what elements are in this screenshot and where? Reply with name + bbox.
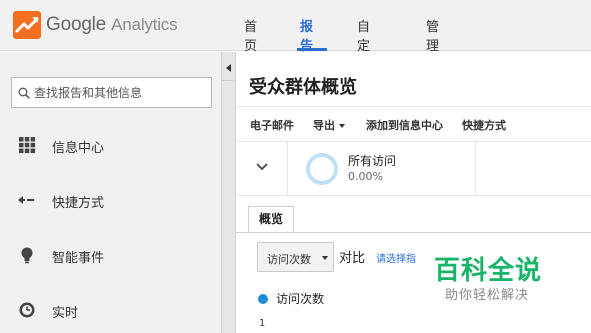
nav-admin[interactable]: 管理 — [426, 16, 439, 54]
report-search[interactable] — [11, 77, 212, 108]
sidebar-item-label: 快捷方式 — [52, 196, 105, 211]
legend-label: 访问次数 — [276, 292, 325, 306]
search-input[interactable] — [34, 78, 209, 107]
sidebar-item-label: 信息中心 — [52, 141, 105, 156]
search-icon — [18, 87, 30, 99]
add-to-dashboard-button[interactable]: 添加到信息中心 — [366, 117, 443, 133]
segment-expand-button[interactable] — [236, 142, 288, 196]
divider — [222, 80, 235, 81]
sidebar-item-intelligence-events[interactable]: 智能事件 — [0, 235, 221, 275]
watermark-subtitle: 助你轻松解决 — [445, 288, 530, 303]
clock-icon — [19, 302, 35, 318]
sidebar-collapse-toggle[interactable] — [221, 52, 236, 333]
sidebar-item-dashboards[interactable]: 信息中心 — [0, 125, 221, 165]
compare-label: 对比 — [339, 251, 366, 266]
chevron-down-icon — [256, 163, 268, 171]
logo-text[interactable]: Google Analytics — [46, 14, 178, 36]
sidebar-item-real-time[interactable]: 实时 — [0, 290, 221, 330]
report-tabs: 概览 — [236, 196, 591, 233]
metric-select-value: 访问次数 — [267, 253, 311, 266]
watermark-title: 百科全说 — [434, 256, 543, 286]
report-toolbar: 电子邮件 导出 添加到信息中心 快捷方式 — [236, 106, 591, 142]
sidebar: 信息中心 快捷方式 智能事件 实时 — [0, 52, 221, 333]
collapse-arrow-icon — [226, 64, 231, 72]
email-button[interactable]: 电子邮件 — [250, 117, 294, 133]
tab-overview[interactable]: 概览 — [248, 206, 294, 233]
nav-home[interactable]: 首页 — [244, 16, 257, 54]
grid-icon — [19, 137, 36, 154]
divider — [236, 232, 591, 233]
metric-select[interactable]: 访问次数 — [257, 242, 334, 272]
chevron-down-icon — [339, 124, 345, 128]
logo-word: Google — [46, 14, 107, 35]
watermark: 百科全说 助你轻松解决 — [425, 250, 575, 305]
segment-card[interactable]: 所有访问 0.00% — [288, 142, 476, 196]
sidebar-item-label: 智能事件 — [52, 251, 105, 266]
top-bar: Google Analytics 首页 报告 自定义 管理 — [0, 0, 591, 73]
page-title: 受众群体概览 — [249, 77, 357, 98]
export-button[interactable]: 导出 — [313, 117, 345, 133]
segment-ring-icon — [306, 153, 338, 185]
choose-metric-link[interactable]: 请选择指 — [376, 250, 416, 265]
segment-name: 所有访问 — [348, 154, 397, 168]
segment-bar: 所有访问 0.00% — [236, 142, 591, 196]
shortcut-button[interactable]: 快捷方式 — [462, 117, 506, 133]
shortcut-arrow-icon — [18, 196, 34, 204]
analytics-logo-icon[interactable] — [13, 11, 41, 39]
export-label: 导出 — [313, 119, 335, 132]
segment-percent: 0.00% — [348, 170, 383, 183]
chevron-down-icon — [322, 256, 328, 260]
lightbulb-icon — [21, 247, 33, 264]
logo-product: Analytics — [111, 15, 178, 34]
legend-dot — [258, 294, 268, 304]
axis-tick-label: 1 — [259, 318, 266, 329]
sidebar-item-shortcuts[interactable]: 快捷方式 — [0, 180, 221, 220]
active-nav-indicator — [297, 48, 327, 51]
sidebar-item-label: 实时 — [52, 306, 79, 321]
